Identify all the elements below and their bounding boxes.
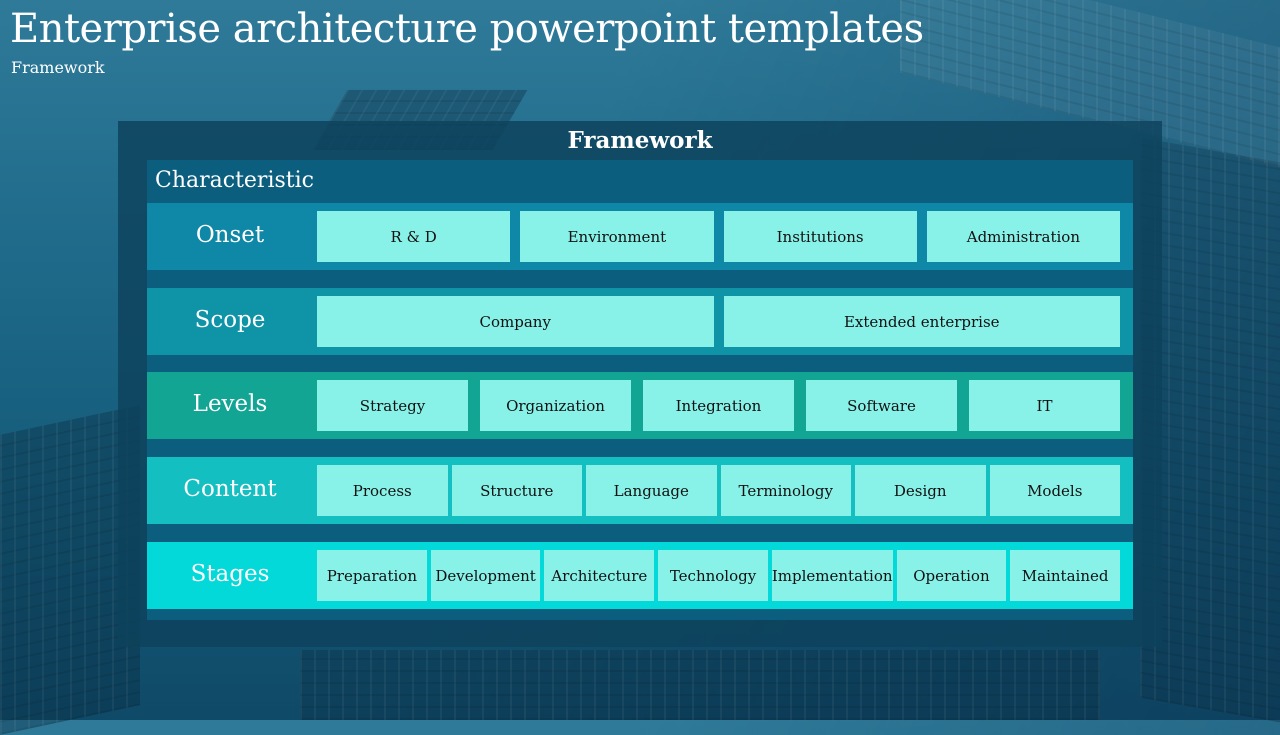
row-label: Content xyxy=(183,475,277,502)
framework-cell: Architecture xyxy=(544,550,655,601)
characteristic-header: Characteristic xyxy=(155,168,314,193)
framework-row-scope: Scope Company Extended enterprise xyxy=(147,288,1133,355)
framework-cell: Design xyxy=(855,465,986,516)
row-cells: R & D Environment Institutions Administrati… xyxy=(317,211,1120,262)
row-label: Stages xyxy=(190,560,270,587)
framework-cell: Process xyxy=(317,465,448,516)
framework-cell: Implementation xyxy=(771,550,893,601)
framework-row-stages: Stages Preparation Development Architectur… xyxy=(147,542,1133,609)
row-cells: Company Extended enterprise xyxy=(317,296,1120,347)
row-label: Scope xyxy=(194,306,266,333)
framework-row-levels: Levels Strategy Organization Integration So… xyxy=(147,372,1133,439)
framework-table: Characteristic Onset R & D Environment Ins… xyxy=(147,160,1133,620)
framework-cell: Integration xyxy=(643,380,794,431)
row-cells: Process Structure Language Terminology Desig… xyxy=(317,465,1120,516)
slide-subtitle: Framework xyxy=(11,58,105,77)
framework-row-content: Content Process Structure Language Terminol… xyxy=(147,457,1133,524)
background-building xyxy=(300,650,1100,720)
slide-title: Enterprise architecture powerpoint templ… xyxy=(10,6,924,52)
row-cells: Strategy Organization Integration Software I… xyxy=(317,380,1120,431)
framework-cell: Technology xyxy=(658,550,768,601)
framework-cell: Development xyxy=(430,550,541,601)
framework-cell: Extended enterprise xyxy=(723,296,1120,347)
framework-cell: Strategy xyxy=(317,380,468,431)
framework-panel: Framework Characteristic Onset R & D Envi… xyxy=(118,121,1162,647)
framework-cell: R & D xyxy=(317,211,511,262)
framework-cell: Language xyxy=(586,465,717,516)
framework-cell: Terminology xyxy=(720,465,851,516)
framework-cell: Administration xyxy=(926,211,1120,262)
framework-row-onset: Onset R & D Environment Institutions Admini… xyxy=(147,203,1133,270)
framework-cell: Organization xyxy=(480,380,631,431)
framework-cell: Software xyxy=(806,380,957,431)
row-label: Onset xyxy=(195,221,265,248)
row-label: Levels xyxy=(192,390,268,417)
row-cells: Preparation Development Architecture Techno… xyxy=(317,550,1120,601)
framework-cell: Institutions xyxy=(723,211,917,262)
framework-title: Framework xyxy=(567,127,713,154)
framework-cell: Preparation xyxy=(317,550,427,601)
framework-cell: Structure xyxy=(451,465,582,516)
framework-cell: Environment xyxy=(520,211,714,262)
framework-cell: Models xyxy=(989,465,1120,516)
framework-cell: Operation xyxy=(896,550,1007,601)
framework-cell: IT xyxy=(969,380,1120,431)
framework-cell: Company xyxy=(317,296,714,347)
framework-cell: Maintained xyxy=(1010,550,1120,601)
